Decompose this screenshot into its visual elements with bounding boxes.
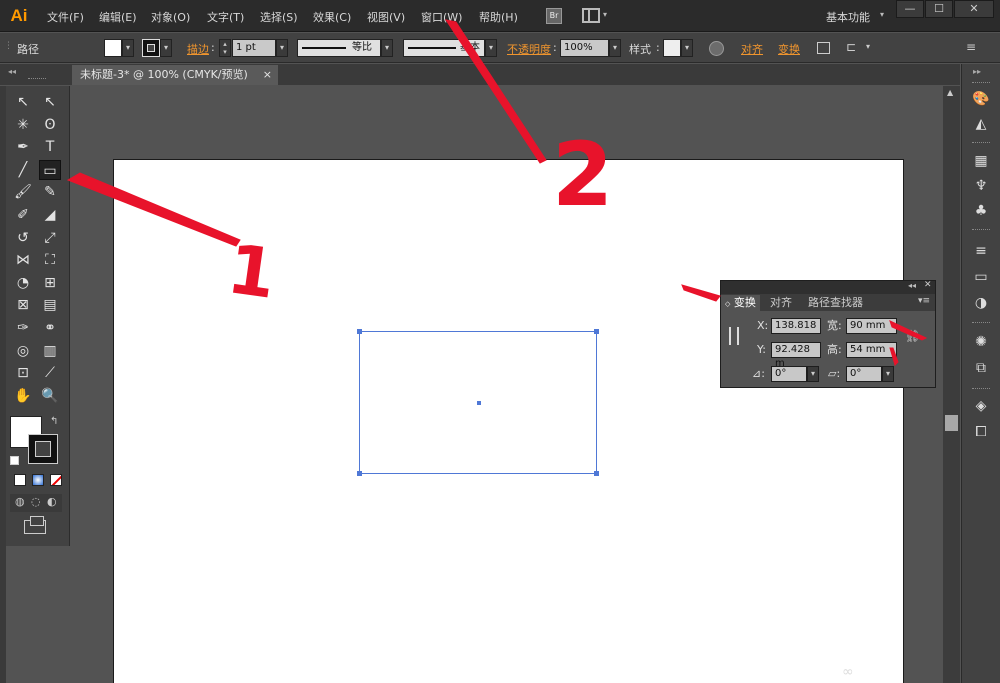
annotation-label-1: 1 (222, 230, 281, 315)
annotation-arrows (66, 19, 928, 366)
annotation-label-2: 2 (552, 123, 614, 226)
annotation-arrow-5 (889, 347, 899, 366)
annotation-arrow-3 (681, 284, 721, 302)
annotation-arrow-2 (444, 19, 547, 164)
annotation-overlay (66, 19, 928, 366)
annotation-arrow-1 (66, 172, 241, 247)
annotation-arrow-4 (889, 320, 928, 341)
